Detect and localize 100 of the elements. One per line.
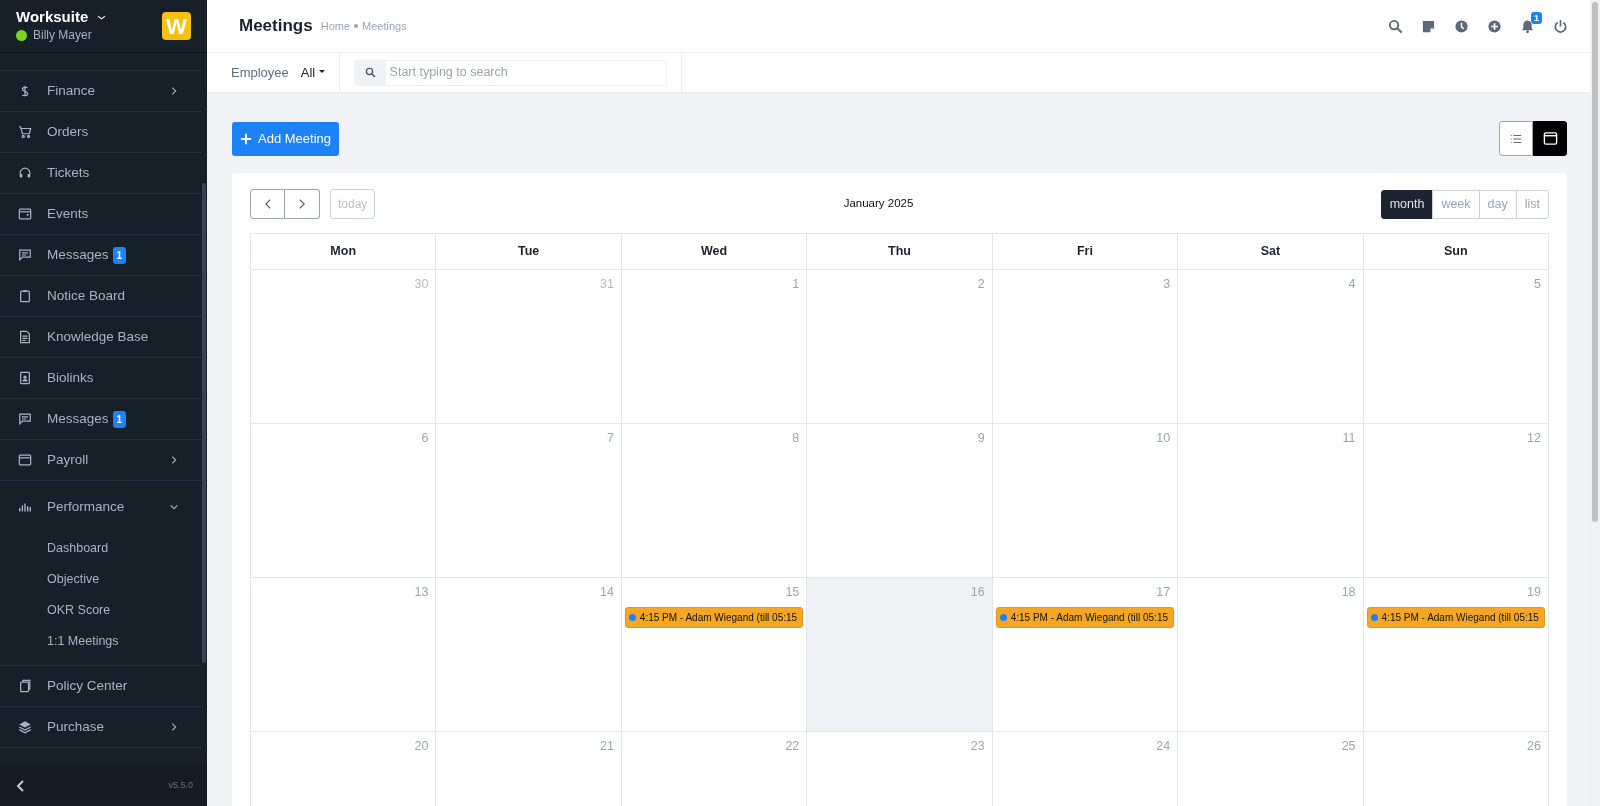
date-number: 10 [1156, 430, 1172, 447]
day-cell[interactable]: 5 [1363, 270, 1549, 424]
breadcrumb-link[interactable]: Meetings [362, 17, 407, 35]
day-cell[interactable]: 19 4:15 PM - Adam Wiegand (till 05:15 [1363, 578, 1549, 732]
calendar-event[interactable]: 4:15 PM - Adam Wiegand (till 05:15 [995, 606, 1175, 628]
sticky-note-button[interactable] [1421, 18, 1436, 34]
workspace-switcher[interactable]: Worksuite [16, 8, 108, 26]
day-cell[interactable]: 30 [251, 270, 437, 424]
power-button[interactable] [1553, 18, 1568, 34]
date-number: 23 [970, 738, 986, 755]
date-number: 20 [414, 738, 430, 755]
day-cell[interactable]: 16 [807, 578, 993, 732]
clipboard-icon [18, 289, 32, 303]
sidebar-item[interactable]: Biolinks [0, 358, 201, 399]
sidebar-item[interactable]: Messages 1 [0, 235, 201, 276]
day-cell[interactable]: 3 [992, 270, 1179, 424]
day-cell[interactable]: 11 [1178, 424, 1364, 578]
today-button[interactable]: today [330, 189, 376, 219]
day-cell[interactable]: 18 [1178, 578, 1364, 732]
chat-icon [18, 248, 32, 262]
view-tab[interactable]: day [1478, 189, 1517, 219]
chevron-down-icon [169, 502, 179, 512]
view-tab[interactable]: list [1515, 189, 1549, 219]
power-icon [1553, 18, 1568, 34]
view-tab[interactable]: week [1432, 189, 1480, 219]
sidebar-item[interactable]: Payroll [0, 440, 201, 481]
day-cell[interactable]: 8 [621, 424, 808, 578]
date-number: 7 [606, 430, 615, 447]
sidebar-item[interactable]: Finance [0, 71, 201, 112]
date-number: 3 [1163, 276, 1172, 293]
search-button[interactable] [1388, 18, 1403, 34]
sidebar-item[interactable]: Events [0, 194, 201, 235]
chevron-right-icon [169, 722, 179, 732]
count-badge: 1 [112, 410, 127, 428]
sidebar-item[interactable]: Knowledge Base [0, 317, 201, 358]
date-number: 14 [599, 584, 615, 601]
chat-icon [18, 412, 32, 426]
day-cell[interactable]: 2 [807, 270, 993, 424]
date-number: 26 [1527, 738, 1542, 755]
breadcrumb-link[interactable]: Home [320, 17, 351, 35]
day-cell[interactable]: 4 [1178, 270, 1364, 424]
day-cell[interactable]: 14 [436, 578, 622, 732]
day-cell[interactable]: 12 [1363, 424, 1549, 578]
calendar-icon [1542, 131, 1558, 146]
add-meeting-button[interactable]: Add Meeting [232, 122, 339, 156]
clock-button[interactable] [1454, 18, 1469, 34]
sticky-note-icon [1421, 18, 1436, 34]
submenu-item[interactable]: 1:1 Meetings [0, 626, 201, 657]
scrollbar[interactable] [1592, 2, 1598, 522]
employee-dropdown[interactable]: All [300, 62, 325, 83]
day-cell[interactable]: 13 [251, 578, 437, 732]
date-number: 1 [792, 276, 801, 293]
scrollbar[interactable] [202, 183, 206, 663]
sidebar-item[interactable]: Tickets [0, 153, 201, 194]
chevron-right-icon [297, 198, 307, 210]
bell-icon [1520, 18, 1535, 34]
logo[interactable]: W [162, 12, 191, 40]
calendar-event[interactable]: 4:15 PM - Adam Wiegand (till 05:15 [1366, 606, 1545, 628]
submenu-item[interactable]: OKR Score [0, 595, 201, 626]
date-number: 11 [1342, 430, 1357, 447]
date-number: 9 [977, 430, 986, 447]
sidebar-item[interactable]: Policy Center [0, 666, 201, 707]
bell-button[interactable]: 1 [1520, 11, 1542, 34]
sidebar-item[interactable]: Performance [0, 481, 201, 533]
submenu-item[interactable]: Objective [0, 564, 201, 595]
filter-label: Employee [231, 63, 289, 82]
day-cell[interactable]: 7 [436, 424, 622, 578]
day-cell[interactable]: 17 4:15 PM - Adam Wiegand (till 05:15 [992, 578, 1179, 732]
plus-circle-button[interactable] [1487, 18, 1502, 34]
search-field[interactable]: Start typing to search [353, 59, 667, 86]
sidebar-item[interactable]: Orders [0, 112, 201, 153]
chevron-right-icon [169, 86, 179, 96]
document-icon [18, 330, 32, 344]
day-cell[interactable]: 15 4:15 PM - Adam Wiegand (till 05:15 [621, 578, 808, 732]
date-number: 4 [1348, 276, 1357, 293]
sidebar-item[interactable]: Purchase [0, 707, 201, 748]
sidebar-item[interactable]: Messages 1 [0, 399, 201, 440]
submenu-item[interactable]: Dashboard [0, 533, 201, 564]
date-number: 17 [1156, 584, 1172, 601]
collapse-button[interactable] [14, 778, 26, 793]
chevron-right-icon [169, 455, 179, 465]
date-number: 2 [977, 276, 986, 293]
sidebar-item[interactable]: Notice Board [0, 276, 201, 317]
day-cell[interactable]: 6 [251, 424, 437, 578]
day-cell[interactable]: 9 [807, 424, 993, 578]
date-number: 21 [599, 738, 615, 755]
clock-icon [1454, 18, 1469, 34]
cart-icon [18, 125, 32, 139]
day-cell[interactable]: 31 [436, 270, 622, 424]
date-number: 24 [1156, 738, 1172, 755]
date-number: 16 [970, 584, 986, 601]
search-icon [1388, 18, 1403, 34]
date-number: 25 [1341, 738, 1357, 755]
view-tab[interactable]: month [1380, 189, 1434, 219]
calendar-title: January 2025 [842, 196, 915, 212]
day-cell[interactable]: 1 [621, 270, 808, 424]
calendar-event[interactable]: 4:15 PM - Adam Wiegand (till 05:15 [624, 606, 804, 628]
day-cell[interactable]: 10 [992, 424, 1179, 578]
calendar-view-button[interactable] [1533, 121, 1567, 156]
search-icon [364, 67, 376, 78]
